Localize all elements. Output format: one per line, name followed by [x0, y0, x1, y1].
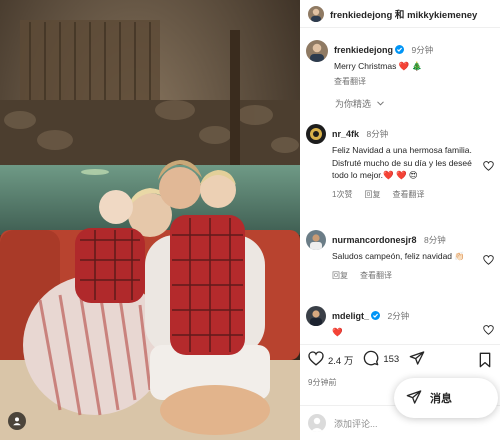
comment-item: nr_4fk 8分钟 Feliz Navidad a una hermosa f… — [306, 124, 496, 200]
share-action[interactable] — [409, 350, 425, 369]
comment-likes[interactable]: 1次赞 — [332, 189, 352, 200]
caption-text: Merry Christmas ❤️ 🎄 — [334, 61, 423, 71]
heart-icon[interactable] — [483, 252, 494, 270]
comment-input[interactable]: 添加评论... — [334, 417, 378, 430]
translate-link[interactable]: 查看翻译 — [360, 270, 392, 281]
heart-icon[interactable] — [483, 322, 494, 340]
for-you-selector[interactable]: 为你精选 — [335, 97, 384, 110]
comment-time: 8分钟 — [423, 235, 446, 245]
comment-avatar[interactable] — [306, 306, 326, 326]
comment-avatar[interactable] — [306, 230, 326, 250]
heart-icon[interactable] — [308, 350, 324, 369]
user-icon[interactable] — [8, 412, 26, 430]
reply-button[interactable]: 回复 — [332, 270, 348, 281]
comment-username[interactable]: nurmancordonesjr8 — [332, 235, 417, 245]
reply-button[interactable]: 回复 — [364, 189, 380, 200]
post-authors[interactable]: frenkiedejong 和 mikkykiemeney — [330, 7, 477, 21]
translate-link[interactable]: 查看翻译 — [392, 189, 424, 200]
photo-scene — [0, 0, 300, 440]
comment-text: Saludos campeón, feliz navidad 👏🏻 — [332, 251, 465, 261]
post-caption: frenkiedejong 9分钟 Merry Christmas ❤️ 🎄 查… — [306, 40, 496, 87]
comment-time: 8分钟 — [366, 129, 389, 139]
caption-time: 9分钟 — [411, 45, 434, 55]
post-header: frenkiedejong 和 mikkykiemeney — [300, 0, 500, 28]
caption-translate-link[interactable]: 查看翻译 — [334, 76, 496, 87]
comment-bubble-icon[interactable] — [363, 350, 379, 369]
caption-username[interactable]: frenkiedejong — [334, 45, 393, 55]
caption-avatar[interactable] — [306, 40, 328, 62]
for-you-label: 为你精选 — [335, 99, 372, 109]
comment-text: Feliz Navidad a una hermosa familia. Dis… — [332, 145, 472, 180]
comment-item: nurmancordonesjr8 8分钟 Saludos campeón, f… — [306, 230, 496, 281]
heart-icon[interactable] — [483, 158, 494, 176]
comment-item: mdeligt_ 2分钟 ❤️ — [306, 306, 496, 339]
messages-button[interactable]: 消息 — [394, 378, 498, 418]
chevron-down-icon — [376, 98, 384, 108]
comment-text: ❤️ — [332, 327, 343, 337]
post-timestamp: 9分钟前 — [308, 378, 337, 387]
post-panel: frenkiedejong 和 mikkykiemeney frenkiedej… — [300, 0, 500, 440]
comment-username[interactable]: mdeligt_ — [332, 311, 369, 321]
viewer-avatar — [308, 414, 326, 432]
verified-badge-icon — [371, 311, 381, 320]
bookmark-icon[interactable] — [478, 352, 492, 373]
comment-time: 2分钟 — [387, 311, 410, 321]
like-action[interactable]: 2.4 万 — [308, 350, 354, 369]
send-icon — [406, 389, 422, 408]
messages-label: 消息 — [430, 393, 452, 405]
send-icon[interactable] — [409, 350, 425, 369]
comments-count: 153 — [383, 354, 400, 365]
verified-badge-icon — [395, 45, 405, 54]
comment-username[interactable]: nr_4fk — [332, 129, 359, 139]
comment-action[interactable]: 153 — [363, 350, 399, 369]
comment-avatar[interactable] — [306, 124, 326, 144]
author-avatar[interactable] — [308, 5, 324, 22]
action-bar: 2.4 万 153 — [300, 344, 500, 374]
post-photo[interactable] — [0, 0, 300, 440]
likes-count: 2.4 万 — [328, 355, 354, 367]
